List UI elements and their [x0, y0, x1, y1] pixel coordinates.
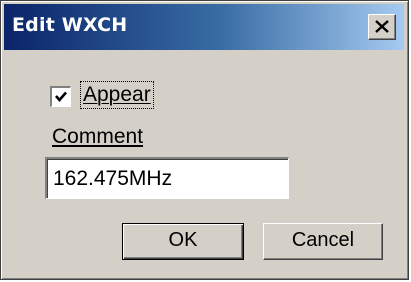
title-bar[interactable]: Edit WXCH: [4, 4, 404, 50]
checkmark-icon: [55, 91, 67, 102]
close-icon: [375, 20, 389, 33]
comment-label-text: Comment: [52, 125, 144, 148]
comment-label: Comment: [52, 125, 143, 149]
close-button[interactable]: [368, 14, 396, 40]
comment-input[interactable]: [45, 157, 289, 199]
appear-checkbox[interactable]: [50, 86, 71, 107]
edit-dialog: Edit WXCH Appear Comment OK Cancel: [0, 0, 409, 280]
ok-button[interactable]: OK: [122, 223, 244, 260]
appear-label[interactable]: Appear: [80, 81, 154, 109]
dialog-title: Edit WXCH: [12, 14, 128, 36]
cancel-button[interactable]: Cancel: [263, 223, 383, 260]
